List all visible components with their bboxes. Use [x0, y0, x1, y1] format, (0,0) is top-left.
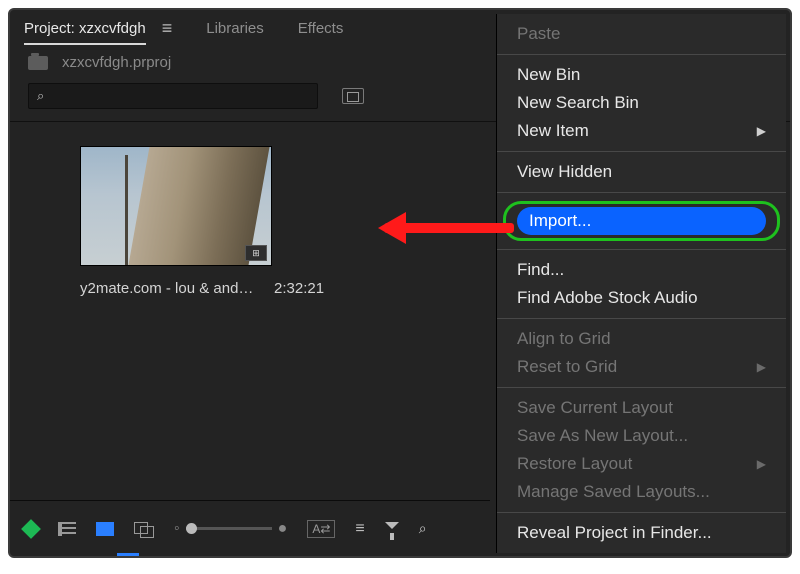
menu-new-search-bin[interactable]: New Search Bin [497, 89, 786, 117]
submenu-arrow-icon: ▶ [757, 457, 766, 471]
menu-paste: Paste [497, 20, 786, 48]
menu-find-stock[interactable]: Find Adobe Stock Audio [497, 284, 786, 312]
menu-new-item[interactable]: New Item▶ [497, 117, 786, 145]
clip-duration: 2:32:21 [274, 280, 324, 297]
search-icon: ⌕ [37, 88, 44, 104]
menu-restore-layout: Restore Layout▶ [497, 450, 786, 478]
clip-name[interactable]: y2mate.com - lou & andy ... [80, 280, 260, 297]
search-field[interactable] [44, 89, 309, 104]
tab-libraries[interactable]: Libraries [206, 20, 264, 37]
sort-icon[interactable]: A⇄ [307, 520, 335, 538]
list-view-icon[interactable] [58, 522, 76, 536]
bin-icon [28, 56, 48, 70]
highlight-annotation: Import... [503, 201, 780, 241]
menu-import[interactable]: Import... [517, 207, 766, 235]
search-input[interactable]: ⌕ [28, 83, 318, 109]
menu-new-bin[interactable]: New Bin [497, 61, 786, 89]
clip-thumbnail[interactable]: ⊞ [80, 146, 272, 266]
freeform-view-icon[interactable] [134, 522, 154, 536]
panel-menu-icon[interactable]: ≡ [162, 18, 173, 39]
menu-save-layout: Save Current Layout [497, 394, 786, 422]
bottom-toolbar: ◦ ● A⇄ ≡ ⌕ [10, 500, 490, 556]
clip-type-badge-icon: ⊞ [245, 245, 267, 261]
clip-meta: y2mate.com - lou & andy ... 2:32:21 [80, 280, 350, 297]
menu-manage-layouts: Manage Saved Layouts... [497, 478, 786, 506]
submenu-arrow-icon: ▶ [757, 360, 766, 374]
menu-align-grid: Align to Grid [497, 325, 786, 353]
toolbar-menu-icon[interactable]: ≡ [355, 520, 364, 538]
app-window: Project: xzxcvfdgh ≡ Libraries Effects x… [8, 8, 792, 558]
zoom-slider[interactable]: ◦ ● [174, 520, 287, 538]
new-bin-icon[interactable] [342, 88, 364, 104]
menu-find[interactable]: Find... [497, 256, 786, 284]
menu-view-hidden[interactable]: View Hidden [497, 158, 786, 186]
submenu-arrow-icon: ▶ [757, 124, 766, 138]
icon-view-icon[interactable] [96, 522, 114, 536]
tab-project[interactable]: Project: xzxcvfdgh [24, 20, 146, 37]
filter-icon[interactable] [385, 522, 399, 536]
tab-effects[interactable]: Effects [298, 20, 344, 37]
toolbar-search-icon[interactable]: ⌕ [419, 520, 427, 537]
project-filename: xzxcvfdgh.prproj [62, 54, 171, 71]
menu-reset-grid: Reset to Grid▶ [497, 353, 786, 381]
pen-tool-icon[interactable] [21, 519, 41, 539]
menu-save-as-layout: Save As New Layout... [497, 422, 786, 450]
context-menu: Paste New Bin New Search Bin New Item▶ V… [496, 14, 786, 553]
menu-reveal-finder[interactable]: Reveal Project in Finder... [497, 519, 786, 547]
